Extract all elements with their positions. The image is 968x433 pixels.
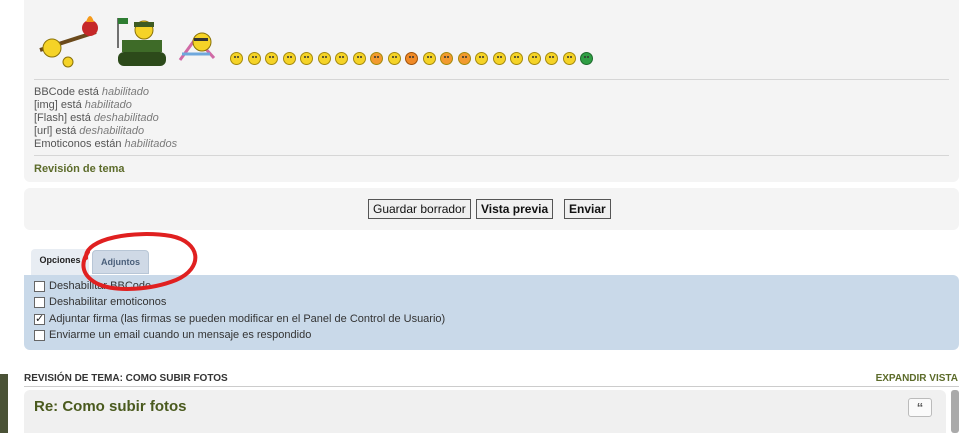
smiley-tank-icon[interactable] [112,14,168,70]
divider [34,155,949,156]
flash-status: [Flash] está deshabilitado [34,112,159,124]
divider [34,79,949,80]
checkbox[interactable] [34,280,45,292]
evil-icon[interactable] [440,52,453,65]
smiley-beach-chair-icon[interactable] [176,28,226,68]
confused-icon[interactable] [317,52,331,65]
lol-icon[interactable] [352,52,366,65]
left-strip [0,374,8,433]
arrow-icon[interactable] [545,52,558,65]
smilies-row [230,52,593,65]
quote-icon[interactable]: “ [908,398,932,417]
save-draft-button[interactable]: Guardar borrador [368,199,471,219]
divider [24,386,959,387]
option-disable-emoticons[interactable]: Deshabilitar emoticonos [34,296,166,308]
twisted-icon[interactable] [457,52,471,65]
rolleyes-icon[interactable] [422,52,436,65]
tab-options[interactable]: Opciones [31,249,89,275]
surprised-icon[interactable] [282,52,296,65]
checkbox-checked[interactable] [34,312,45,325]
checkbox[interactable] [34,329,45,341]
smiley-fire-seesaw-icon[interactable] [38,10,106,68]
razz-icon[interactable] [387,52,401,65]
tab-attachments[interactable]: Adjuntos [92,250,149,274]
red-icon[interactable] [405,52,418,65]
expand-view-link[interactable]: EXPANDIR VISTA [876,373,958,384]
eek-icon[interactable] [300,52,313,65]
review-topic-link[interactable]: Revisión de tema [34,163,124,175]
url-status: [url] está deshabilitado [34,125,145,137]
option-notify-email[interactable]: Enviarme un email cuando un mensaje es r… [34,329,311,341]
neutral-icon[interactable] [562,52,576,65]
mad-icon[interactable] [370,52,383,65]
option-attach-signature[interactable]: Adjuntar firma (las firmas se pueden mod… [34,312,445,325]
scrollbar[interactable] [951,390,959,433]
option-disable-bbcode[interactable]: Deshabilitar BBCode [34,280,151,292]
cool-icon[interactable] [335,52,348,65]
post-title[interactable]: Re: Como subir fotos [34,398,187,415]
mrgreen-icon[interactable] [580,52,593,65]
smile-icon[interactable] [230,52,243,65]
wink-icon[interactable] [475,52,488,65]
bbcode-status: BBCode está habilitado [34,86,149,98]
exclaim-icon[interactable] [492,52,506,65]
idea-icon[interactable] [527,52,541,65]
emoticons-status: Emoticonos están habilitados [34,138,178,150]
sad-icon[interactable] [265,52,278,65]
smile-icon[interactable] [247,52,261,65]
preview-button[interactable]: Vista previa [476,199,554,219]
topic-review-heading: REVISIÓN DE TEMA: COMO SUBIR FOTOS [24,373,228,384]
question-icon[interactable] [510,52,523,65]
submit-button[interactable]: Enviar [564,199,611,219]
img-status: [img] está habilitado [34,99,132,111]
posting-rules: BBCode está habilitado [img] está habili… [34,86,177,151]
checkbox[interactable] [34,296,45,308]
